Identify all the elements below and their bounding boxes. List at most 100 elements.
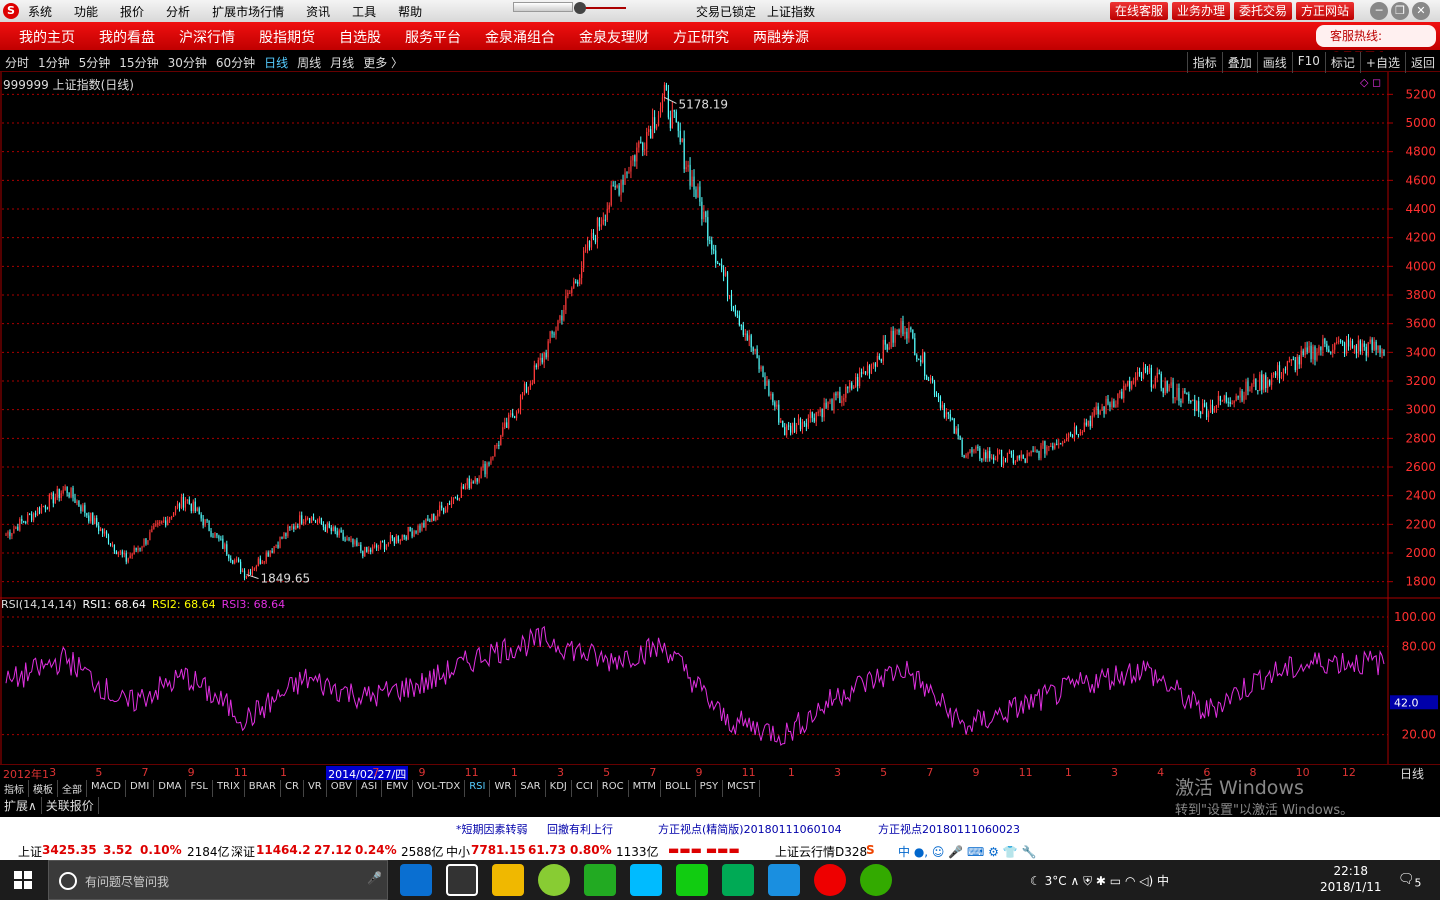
nav-research[interactable]: 方正研究 [673,27,729,47]
indicator-tab[interactable]: VOL-TDX [413,780,466,797]
menu-analysis[interactable]: 分析 [166,3,190,20]
indicator-tab[interactable]: 全部 [58,780,87,797]
nav-my-board[interactable]: 我的看盘 [99,27,155,47]
indicator-tab[interactable]: ROC [598,780,629,797]
indicator-tab[interactable]: MTM [629,780,661,797]
online-service-button[interactable]: 在线客服 [1110,2,1169,20]
period-tab[interactable]: 60分钟 [216,54,255,71]
news-item[interactable]: 回撤有利上行 [547,821,613,837]
indicator-tab[interactable]: DMI [126,780,155,797]
zx-value[interactable]: 7781.15 [471,843,526,857]
close-icon[interactable]: ✕ [1412,2,1430,20]
bluetooth-icon[interactable]: ✱ [1096,874,1106,888]
nav-finance[interactable]: 金泉友理财 [579,27,649,47]
chart-tool-button[interactable]: 指标 [1186,52,1222,73]
sz-value[interactable]: 11464.2 [256,843,311,857]
app-tree-icon[interactable] [722,864,754,896]
period-tab[interactable]: 1分钟 [38,54,70,71]
indicator-tab[interactable]: DMA [154,780,187,797]
indicator-tab[interactable]: MACD [87,780,126,797]
cortana-search[interactable]: 有问题尽管问我 🎤 [48,860,388,900]
kline-chart[interactable]: 5200 5000 4800 4600 4400 4200 4000 3800 3600 3400… [0,72,1440,766]
period-tab[interactable]: 5分钟 [79,54,111,71]
news-item[interactable]: *短期因素转弱 [456,821,528,837]
period-tab[interactable]: 15分钟 [119,54,158,71]
tray-chevron-icon[interactable]: ∧ [1070,874,1079,888]
menu-quote[interactable]: 报价 [120,3,144,20]
indicator-tab[interactable]: TRIX [213,780,245,797]
news-item[interactable]: 方正视点20180111060023 [878,821,1020,837]
shield-icon[interactable]: ⛨ [1083,874,1092,888]
menu-function[interactable]: 功能 [74,3,98,20]
chart-tool-button[interactable]: +自选 [1359,52,1405,73]
slider-knob-icon[interactable] [574,2,586,14]
chart-tool-button[interactable]: F10 [1291,52,1325,73]
period-tab[interactable]: 日线 [264,54,288,71]
iqiyi-icon[interactable] [676,864,708,896]
nav-home[interactable]: 我的主页 [19,27,75,47]
minimize-icon[interactable]: ─ [1370,2,1388,20]
cloud-quote-label[interactable]: 上证云行情D328 [775,843,867,860]
menu-ext-market[interactable]: 扩展市场行情 [212,3,284,20]
progress-slider[interactable] [513,2,573,12]
stock-app-icon[interactable] [814,864,846,896]
microphone-icon[interactable]: 🎤 [367,871,382,885]
indicator-tab[interactable]: FSL [186,780,213,797]
nav-hs-market[interactable]: 沪深行情 [179,27,235,47]
media-player-icon[interactable] [630,864,662,896]
weather-moon-icon[interactable]: ☾ [1030,874,1041,888]
indicator-tab[interactable]: SAR [516,780,546,797]
ie-browser-icon[interactable] [768,864,800,896]
restore-icon[interactable]: ❐ [1391,2,1409,20]
chart-tool-button[interactable]: 叠加 [1221,52,1257,73]
windows-start-icon[interactable] [14,871,32,889]
ime-indicator[interactable]: 中 [1157,874,1169,888]
indicator-tab[interactable]: BOLL [661,780,696,797]
website-button[interactable]: 方正网站 [1296,2,1355,20]
news-item[interactable]: 方正视点(精简版)20180111060104 [658,821,842,837]
nav-watchlist[interactable]: 自选股 [339,27,381,47]
indicator-tab[interactable]: 模板 [29,780,58,797]
chart-tool-button[interactable]: 返回 [1404,52,1440,73]
nav-service[interactable]: 服务平台 [405,27,461,47]
wifi-icon[interactable]: ◠ [1125,874,1135,888]
file-explorer-icon[interactable] [492,864,524,896]
indicator-tab[interactable]: CR [281,780,304,797]
sogou-ime-icon[interactable]: S [866,843,875,857]
action-center-icon[interactable]: 🗨5 [1398,872,1421,890]
battery-icon[interactable]: ▭ [1110,874,1121,888]
indicator-tab[interactable]: OBV [327,780,357,797]
app-green-icon[interactable] [538,864,570,896]
app-globe-icon[interactable] [860,864,892,896]
nav-portfolio[interactable]: 金泉涌组合 [485,27,555,47]
indicator-tab[interactable]: KDJ [546,780,572,797]
period-tab[interactable]: 月线 [330,54,354,71]
chart-tool-button[interactable]: 标记 [1324,52,1360,73]
period-tab[interactable]: 分时 [5,54,29,71]
menu-info[interactable]: 资讯 [306,3,330,20]
indicator-tab[interactable]: WR [490,780,517,797]
temperature[interactable]: 3°C [1045,874,1067,888]
indicator-tab[interactable]: PSY [696,780,724,797]
ime-toolbar-icon[interactable]: 中 ●, ☺ 🎤 ⌨ ⚙ 👕 🔧 [898,843,1036,860]
volume-icon[interactable]: ◁) [1139,874,1153,888]
indicator-tab[interactable]: BRAR [245,780,281,797]
menu-tools[interactable]: 工具 [352,3,376,20]
volume-slider[interactable] [574,2,626,14]
menu-help[interactable]: 帮助 [398,3,422,20]
indicator-tab[interactable]: RSI [465,780,491,797]
nav-margin[interactable]: 两融券源 [753,27,809,47]
related-quote-tab[interactable]: 关联报价 [42,797,99,814]
edge-browser-icon[interactable] [400,864,432,896]
indicator-tab[interactable]: ASI [357,780,383,797]
chart-tool-button[interactable]: 画线 [1256,52,1292,73]
period-tab[interactable]: 更多 〉 [363,54,403,71]
indicator-tab[interactable]: VR [304,780,327,797]
period-tab[interactable]: 30分钟 [168,54,207,71]
indicator-tab[interactable]: EMV [382,780,413,797]
expand-tab[interactable]: 扩展∧ [0,797,42,814]
app-map-icon[interactable] [584,864,616,896]
trade-button[interactable]: 委托交易 [1234,2,1293,20]
period-tab[interactable]: 周线 [297,54,321,71]
system-clock[interactable]: 22:18 2018/1/11 [1320,863,1382,895]
